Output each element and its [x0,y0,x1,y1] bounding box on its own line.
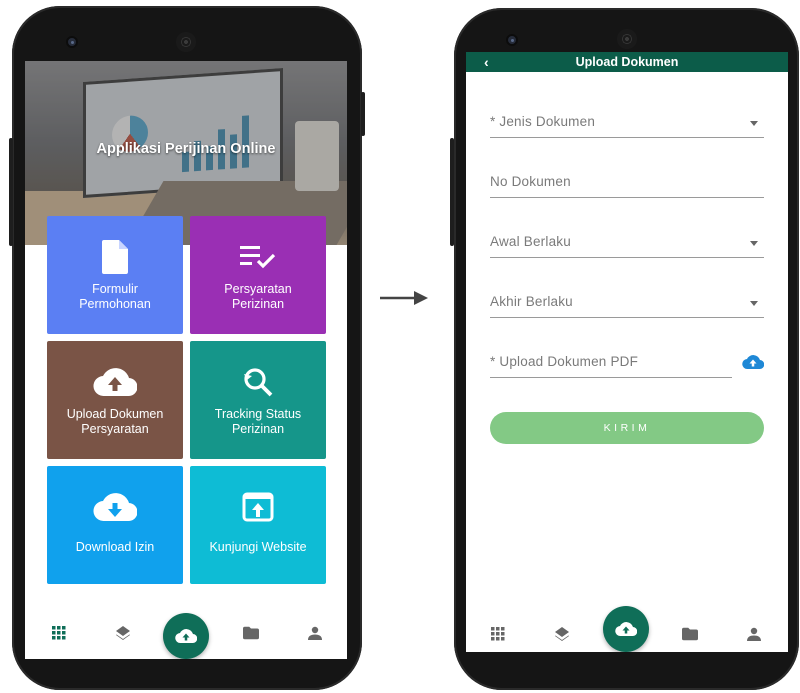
cloud-download-icon [47,488,183,526]
flow-arrow-icon [380,291,428,305]
field-label: Akhir Berlaku [490,294,573,309]
upload-pdf-input[interactable]: * Upload Dokumen PDF [490,354,732,378]
cloud-upload-icon [615,622,637,637]
grid-icon[interactable] [490,626,506,642]
tile-label-line1: Download Izin [75,540,155,554]
document-icon [47,238,183,276]
power-button [361,92,365,136]
jenis-dokumen-select[interactable]: * Jenis Dokumen [490,114,764,138]
upload-fab-button[interactable] [603,606,649,652]
volume-button [9,138,13,246]
field-label: Awal Berlaku [490,234,571,249]
awal-berlaku-select[interactable]: Awal Berlaku [490,234,764,258]
tile-label-line2: Permohonan [79,297,151,311]
tile-label-line2: Perizinan [231,297,285,311]
tile-persyaratan-perizinan[interactable]: Persyaratan Perizinan [190,216,326,334]
search-refresh-icon [190,363,326,401]
app-title: Applikasi Perijinan Online [96,141,276,157]
earpiece-speaker [176,32,196,52]
upload-fab-button[interactable] [163,613,209,659]
field-label: * Upload Dokumen PDF [490,354,639,369]
tile-label-line2: Perizinan [231,422,285,436]
left-bottom-nav [25,603,347,659]
checklist-icon [190,238,326,276]
dropdown-arrow-icon [750,121,758,126]
cloud-upload-icon [175,629,197,644]
earpiece-speaker [617,29,637,49]
person-icon[interactable] [307,625,323,641]
tile-label-line1: Persyaratan [224,282,292,296]
front-camera [66,36,78,48]
tile-upload-dokumen-persyaratan[interactable]: Upload Dokumen Persyaratan [47,341,183,459]
tile-label-line1: Formulir [92,282,138,296]
left-phone-frame: Applikasi Perijinan Online Formulir Permo… [12,6,362,690]
dropdown-arrow-icon [750,301,758,306]
layers-icon[interactable] [554,626,570,642]
kirim-button[interactable]: KIRIM [490,412,764,444]
tile-label-line1: Kunjungi Website [209,540,307,554]
open-in-browser-icon [190,488,326,526]
tile-formulir-permohonan[interactable]: Formulir Permohonan [47,216,183,334]
cloud-upload-icon[interactable] [742,354,765,370]
folder-icon[interactable] [682,626,698,642]
tile-download-izin[interactable]: Download Izin [47,466,183,584]
person-icon[interactable] [746,626,762,642]
tile-label-line2: Persyaratan [81,422,149,436]
field-label: * Jenis Dokumen [490,114,596,129]
tile-tracking-status-perizinan[interactable]: Tracking Status Perizinan [190,341,326,459]
folder-icon[interactable] [243,625,259,641]
cloud-upload-icon [47,363,183,401]
front-camera [506,34,518,46]
grid-icon[interactable] [51,625,67,641]
dropdown-arrow-icon [750,241,758,246]
page-title: Upload Dokumen [575,55,679,69]
right-bottom-nav [466,604,788,652]
right-screen: ‹ Upload Dokumen * Jenis Dokumen No Doku… [466,52,788,652]
tile-label-line1: Upload Dokumen [66,407,164,421]
field-label: No Dokumen [490,174,571,189]
akhir-berlaku-select[interactable]: Akhir Berlaku [490,294,764,318]
volume-button [450,138,454,246]
tile-label-line1: Tracking Status [214,407,302,421]
no-dokumen-input[interactable]: No Dokumen [490,174,764,198]
layers-icon[interactable] [115,625,131,641]
app-bar: ‹ Upload Dokumen [466,52,788,72]
tile-kunjungi-website[interactable]: Kunjungi Website [190,466,326,584]
right-phone-frame: ‹ Upload Dokumen * Jenis Dokumen No Doku… [454,8,799,690]
left-screen: Applikasi Perijinan Online Formulir Permo… [25,61,347,659]
